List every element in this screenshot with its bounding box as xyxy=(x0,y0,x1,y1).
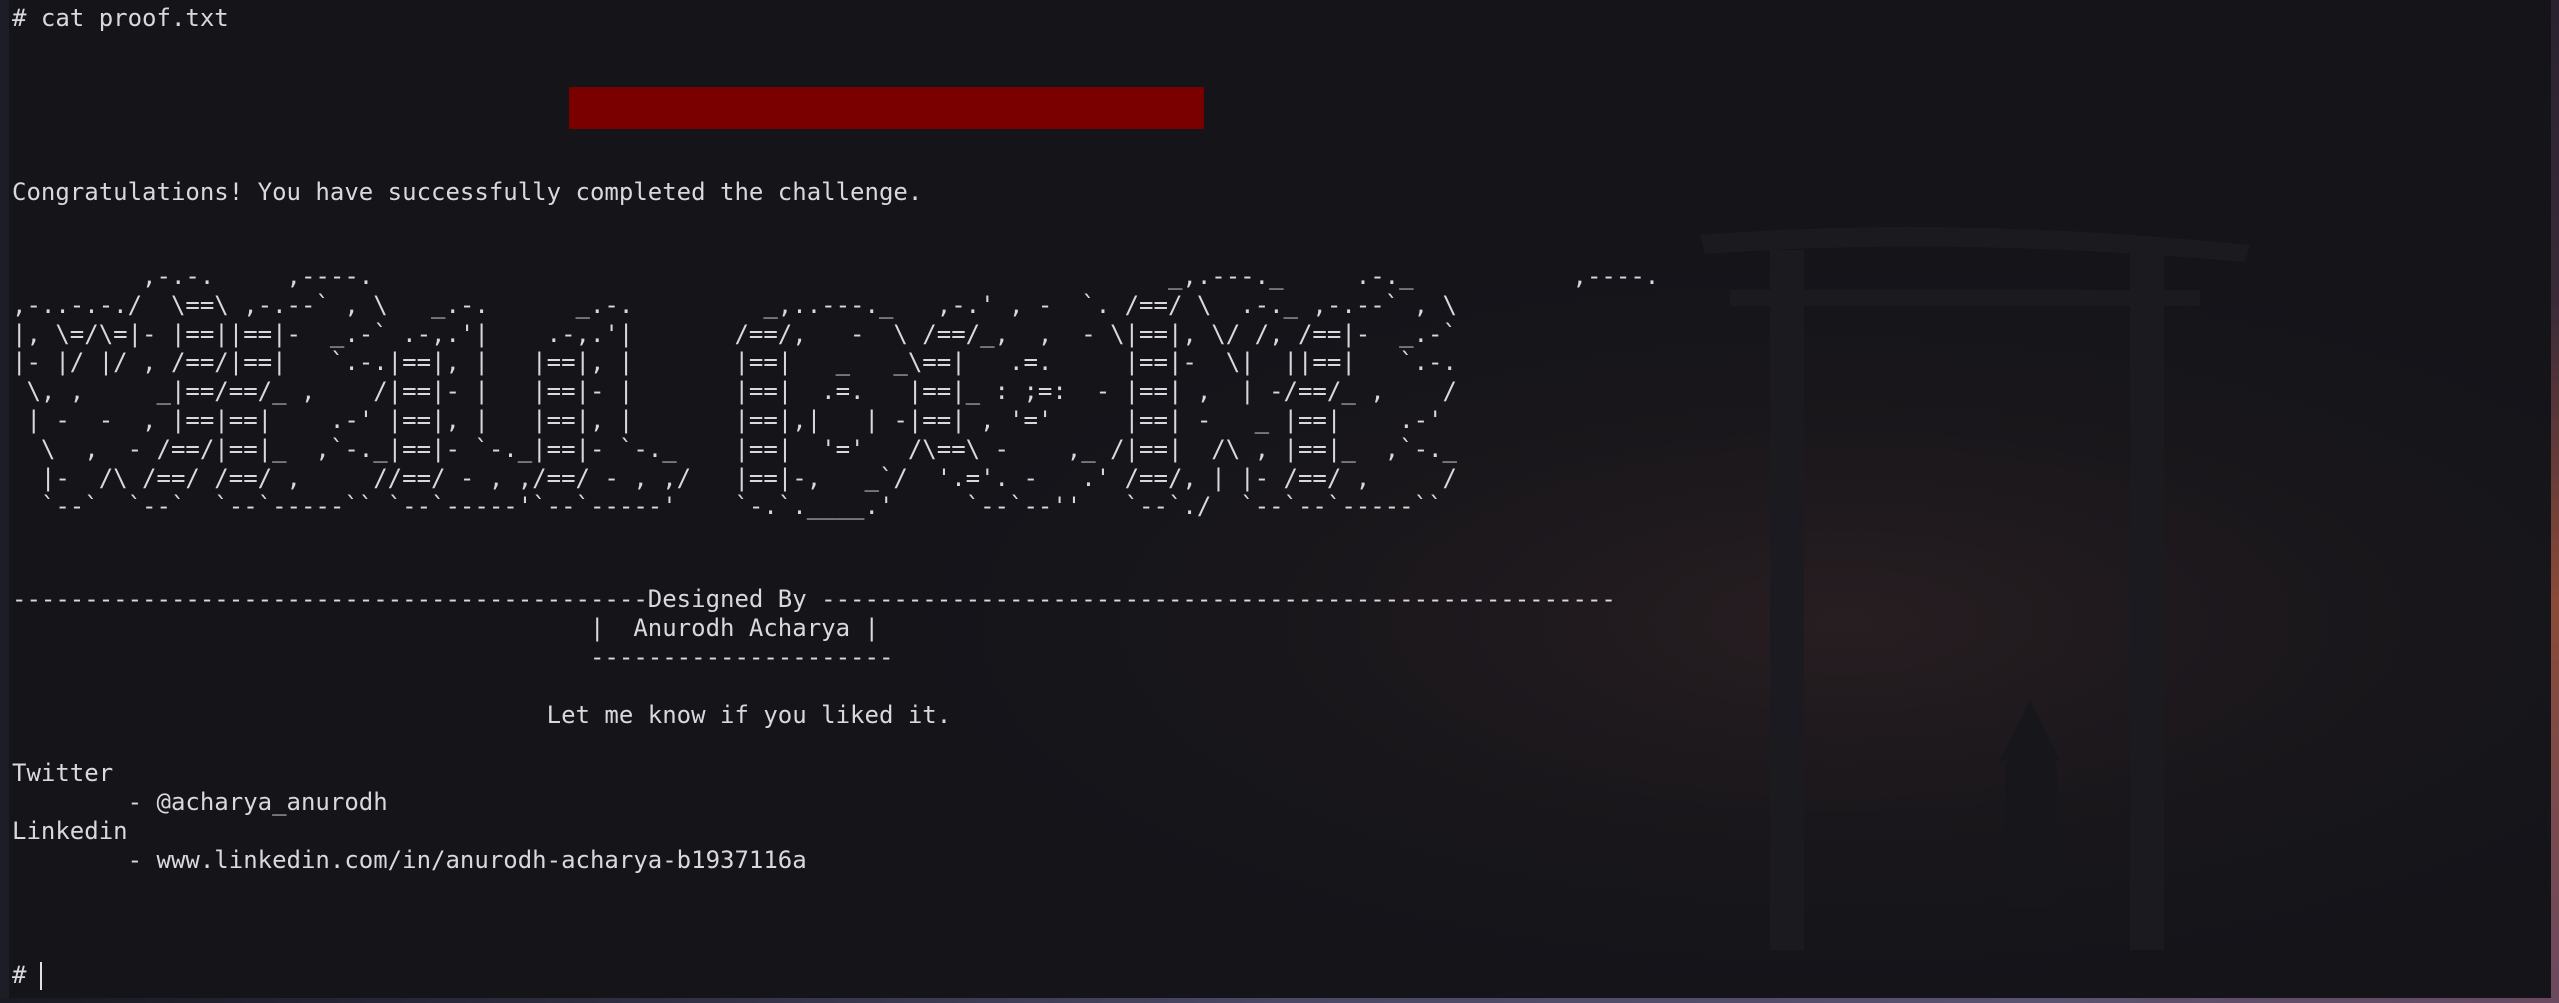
linkedin-label: Linkedin xyxy=(12,817,128,845)
liked-message: Let me know if you liked it. xyxy=(12,701,952,729)
congratulations-message: Congratulations! You have successfully c… xyxy=(12,178,923,206)
ascii-art-banner: ,-.-. ,----. _,.---._ .-._ ,----. ,-..-.… xyxy=(12,262,1660,521)
redaction-bar xyxy=(569,87,1204,129)
command-line: # cat proof.txt xyxy=(12,4,229,32)
twitter-label: Twitter xyxy=(12,759,114,787)
terminal-window[interactable]: # cat proof.txt Congratulations! You hav… xyxy=(0,0,2559,1003)
author-name: | Anurodh Acharya | xyxy=(12,614,879,642)
shell-prompt[interactable]: # xyxy=(12,961,41,990)
window-left-border xyxy=(0,0,9,1003)
author-underline: --------------------- xyxy=(12,643,894,671)
text-cursor-icon xyxy=(40,962,42,990)
window-right-border xyxy=(2551,0,2559,1003)
twitter-handle: - @acharya_anurodh xyxy=(12,788,388,816)
linkedin-url: - www.linkedin.com/in/anurodh-acharya-b1… xyxy=(12,846,807,874)
designed-by-rule: ----------------------------------------… xyxy=(12,585,1616,613)
window-bottom-border xyxy=(0,998,2559,1003)
